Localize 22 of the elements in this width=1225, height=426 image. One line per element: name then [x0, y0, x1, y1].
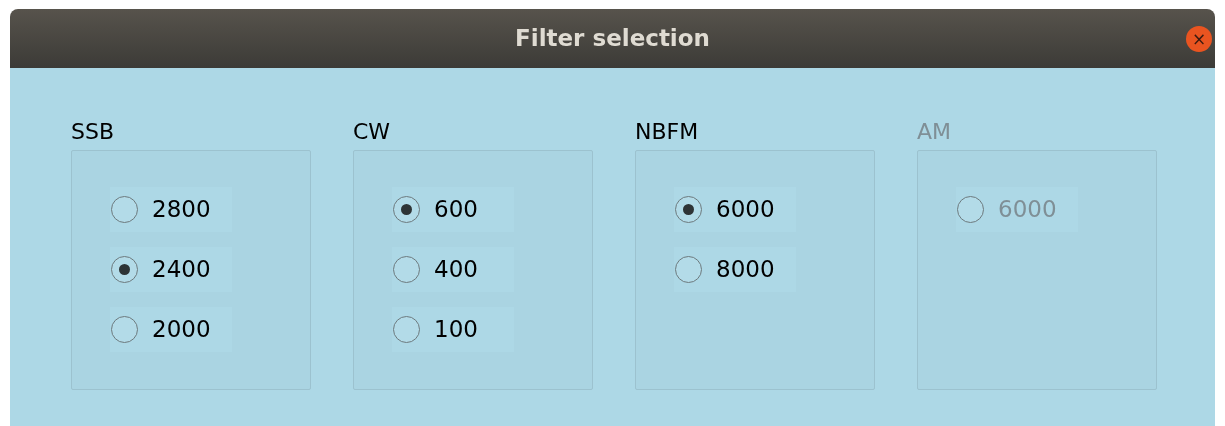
group-label: SSB [71, 118, 116, 146]
radio-option[interactable]: 2800 [110, 187, 232, 232]
group-label: NBFM [635, 118, 700, 146]
radio-option[interactable]: 600 [392, 187, 514, 232]
radio-button[interactable] [675, 256, 702, 283]
radio-option[interactable]: 100 [392, 307, 514, 352]
radio-button[interactable] [111, 196, 138, 223]
radio-option[interactable]: 8000 [674, 247, 796, 292]
radio-button[interactable] [111, 256, 138, 283]
group-label: AM [917, 118, 953, 146]
radio-button[interactable] [675, 196, 702, 223]
radio-button[interactable] [393, 196, 420, 223]
radio-option[interactable]: 2000 [110, 307, 232, 352]
radio-button[interactable] [393, 256, 420, 283]
radio-option[interactable]: 400 [392, 247, 514, 292]
window-title: Filter selection [515, 24, 710, 54]
radio-button[interactable] [111, 316, 138, 343]
close-button[interactable]: × [1186, 26, 1212, 52]
radio-button[interactable] [393, 316, 420, 343]
radio-option[interactable]: 2400 [110, 247, 232, 292]
radio-option[interactable]: 6000 [674, 187, 796, 232]
group-label: CW [353, 118, 392, 146]
